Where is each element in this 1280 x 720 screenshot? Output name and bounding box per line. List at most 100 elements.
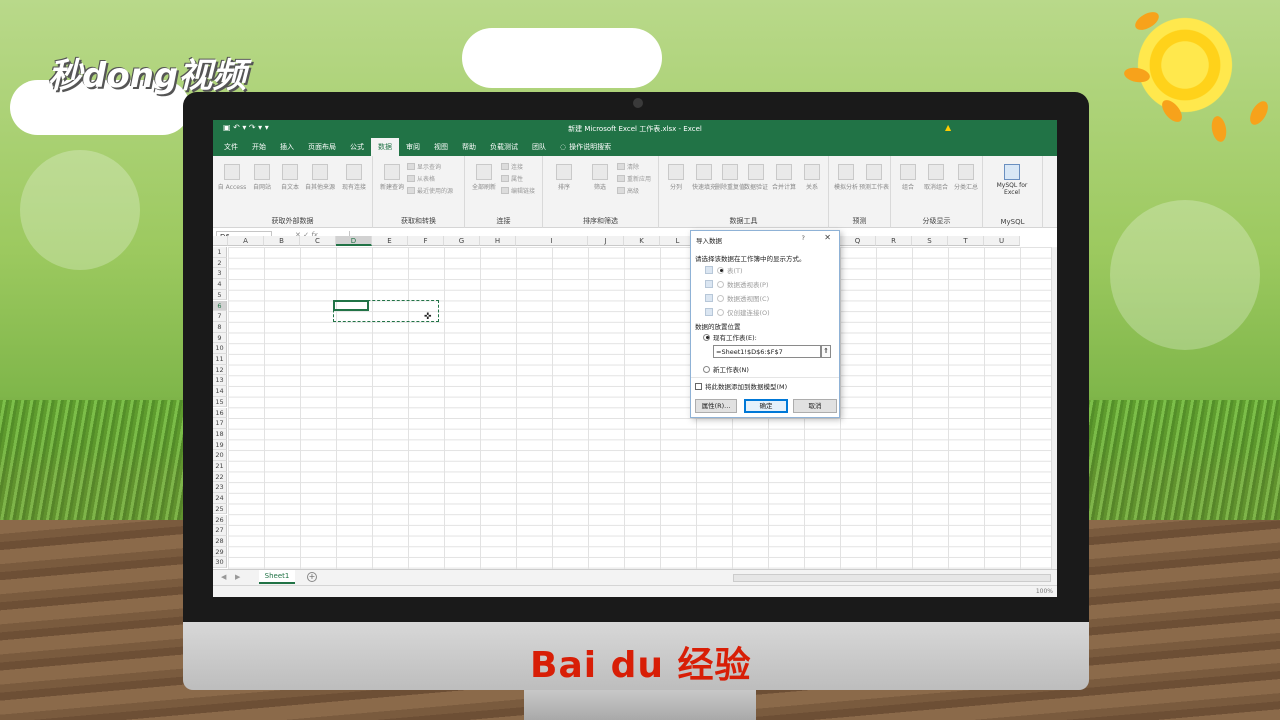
row-header-13[interactable]: 13	[213, 375, 227, 387]
next-sheet-icon[interactable]: ▶	[235, 573, 240, 581]
tab-review[interactable]: 审阅	[399, 138, 427, 156]
column-header-k[interactable]: K	[624, 236, 660, 246]
clear-button[interactable]: 清除	[617, 162, 639, 171]
row-header-11[interactable]: 11	[213, 354, 227, 365]
tab-page-layout[interactable]: 页面布局	[301, 138, 343, 156]
column-header-e[interactable]: E	[372, 236, 408, 246]
row-header-6[interactable]: 6	[213, 300, 227, 312]
from-other-sources-button[interactable]: 自其他来源	[303, 164, 337, 191]
row-header-20[interactable]: 20	[213, 450, 227, 461]
column-header-i[interactable]: I	[516, 236, 588, 246]
radio-new-sheet[interactable]	[703, 365, 710, 373]
relationships-button[interactable]: 关系	[795, 164, 829, 191]
reference-input[interactable]: =Sheet1!$D$6:$F$7	[713, 345, 821, 358]
tell-me-search[interactable]: ◌ 操作说明搜索	[553, 138, 618, 156]
row-header-12[interactable]: 12	[213, 364, 227, 376]
cell-area[interactable]	[228, 247, 1051, 569]
row-header-4[interactable]: 4	[213, 279, 227, 290]
row-header-17[interactable]: 17	[213, 418, 227, 429]
mysql-for-excel-button[interactable]: MySQL for Excel	[995, 164, 1029, 196]
radio-pivot-chart[interactable]	[717, 294, 724, 302]
row-header-30[interactable]: 30	[213, 557, 227, 568]
existing-connections-button[interactable]: 现有连接	[337, 164, 371, 191]
option-new-sheet[interactable]: 新工作表(N)	[703, 364, 749, 374]
column-header-j[interactable]: J	[588, 236, 624, 246]
column-header-f[interactable]: F	[408, 236, 444, 246]
row-header-5[interactable]: 5	[213, 289, 227, 301]
horizontal-scrollbar[interactable]	[733, 574, 1051, 582]
from-access-button[interactable]: 自 Access	[215, 164, 249, 191]
column-header-h[interactable]: H	[480, 236, 516, 246]
radio-pivot-table[interactable]	[717, 280, 724, 288]
column-header-r[interactable]: R	[876, 236, 912, 246]
prev-sheet-icon[interactable]: ◀	[221, 573, 226, 581]
cancel-button[interactable]: 取消	[793, 399, 837, 413]
checkbox-data-model[interactable]	[695, 382, 702, 390]
row-header-24[interactable]: 24	[213, 493, 227, 504]
tab-formulas[interactable]: 公式	[343, 138, 371, 156]
tab-help[interactable]: 帮助	[455, 138, 483, 156]
option-pivot-table[interactable]: 数据透视表(P)	[705, 279, 769, 289]
collapse-dialog-icon[interactable]: ⇑	[821, 345, 831, 358]
properties-button[interactable]: 属性	[501, 174, 523, 183]
row-header-8[interactable]: 8	[213, 321, 227, 333]
warning-icon[interactable]: ▲	[945, 123, 951, 132]
option-table[interactable]: 表(T)	[705, 265, 743, 275]
radio-existing-sheet[interactable]	[703, 333, 710, 341]
row-header-27[interactable]: 27	[213, 525, 227, 536]
column-header-t[interactable]: T	[948, 236, 984, 246]
add-sheet-icon[interactable]: +	[307, 572, 317, 582]
row-header-26[interactable]: 26	[213, 514, 227, 526]
row-header-14[interactable]: 14	[213, 386, 227, 397]
from-table-button[interactable]: 从表格	[407, 174, 435, 183]
row-header-7[interactable]: 7	[213, 311, 227, 322]
option-pivot-chart[interactable]: 数据透视图(C)	[705, 293, 769, 303]
forecast-sheet-button[interactable]: 预测工作表	[857, 164, 891, 191]
ungroup-button[interactable]: 取消组合	[919, 164, 953, 191]
row-header-23[interactable]: 23	[213, 482, 227, 494]
tab-view[interactable]: 视图	[427, 138, 455, 156]
reapply-button[interactable]: 重新应用	[617, 174, 651, 183]
row-header-10[interactable]: 10	[213, 343, 227, 354]
select-all-corner[interactable]	[213, 236, 228, 246]
column-header-s[interactable]: S	[912, 236, 948, 246]
tab-insert[interactable]: 插入	[273, 138, 301, 156]
add-to-data-model[interactable]: 将此数据添加到数据模型(M)	[695, 381, 787, 391]
tab-home[interactable]: 开始	[245, 138, 273, 156]
row-header-28[interactable]: 28	[213, 535, 227, 547]
vertical-scrollbar[interactable]	[1051, 247, 1057, 569]
recent-sources-button[interactable]: 最近使用的源	[407, 186, 453, 195]
sheet-tab-sheet1[interactable]: Sheet1	[259, 570, 295, 584]
zoom-level[interactable]: 100%	[1036, 588, 1053, 595]
option-connection-only[interactable]: 仅创建连接(O)	[705, 307, 770, 317]
column-header-a[interactable]: A	[228, 236, 264, 246]
row-header-22[interactable]: 22	[213, 471, 227, 483]
row-header-19[interactable]: 19	[213, 439, 227, 451]
refresh-all-button[interactable]: 全部刷新	[467, 164, 501, 191]
advanced-button[interactable]: 高级	[617, 186, 639, 195]
column-header-u[interactable]: U	[984, 236, 1020, 246]
connections-button[interactable]: 连接	[501, 162, 523, 171]
sort-button[interactable]: 排序	[547, 164, 581, 191]
new-query-button[interactable]: 新建查询	[375, 164, 409, 191]
from-text-button[interactable]: 自文本	[273, 164, 307, 191]
subtotal-button[interactable]: 分类汇总	[949, 164, 983, 191]
radio-table[interactable]	[717, 266, 724, 274]
row-header-2[interactable]: 2	[213, 257, 227, 269]
edit-links-button[interactable]: 编辑链接	[501, 186, 535, 195]
close-icon[interactable]: ✕	[824, 233, 831, 242]
column-header-c[interactable]: C	[300, 236, 336, 246]
properties-button[interactable]: 属性(R)...	[695, 399, 737, 413]
ok-button[interactable]: 确定	[744, 399, 788, 413]
tab-team[interactable]: 团队	[525, 138, 553, 156]
row-header-9[interactable]: 9	[213, 332, 227, 344]
tab-load-test[interactable]: 负载测试	[483, 138, 525, 156]
row-header-15[interactable]: 15	[213, 396, 227, 408]
row-header-1[interactable]: 1	[213, 247, 227, 258]
tab-data[interactable]: 数据	[371, 138, 399, 156]
column-header-q[interactable]: Q	[840, 236, 876, 246]
row-header-29[interactable]: 29	[213, 546, 227, 558]
option-existing-sheet[interactable]: 现有工作表(E):	[703, 332, 757, 342]
column-header-d[interactable]: D	[336, 236, 372, 246]
tab-file[interactable]: 文件	[217, 138, 245, 156]
